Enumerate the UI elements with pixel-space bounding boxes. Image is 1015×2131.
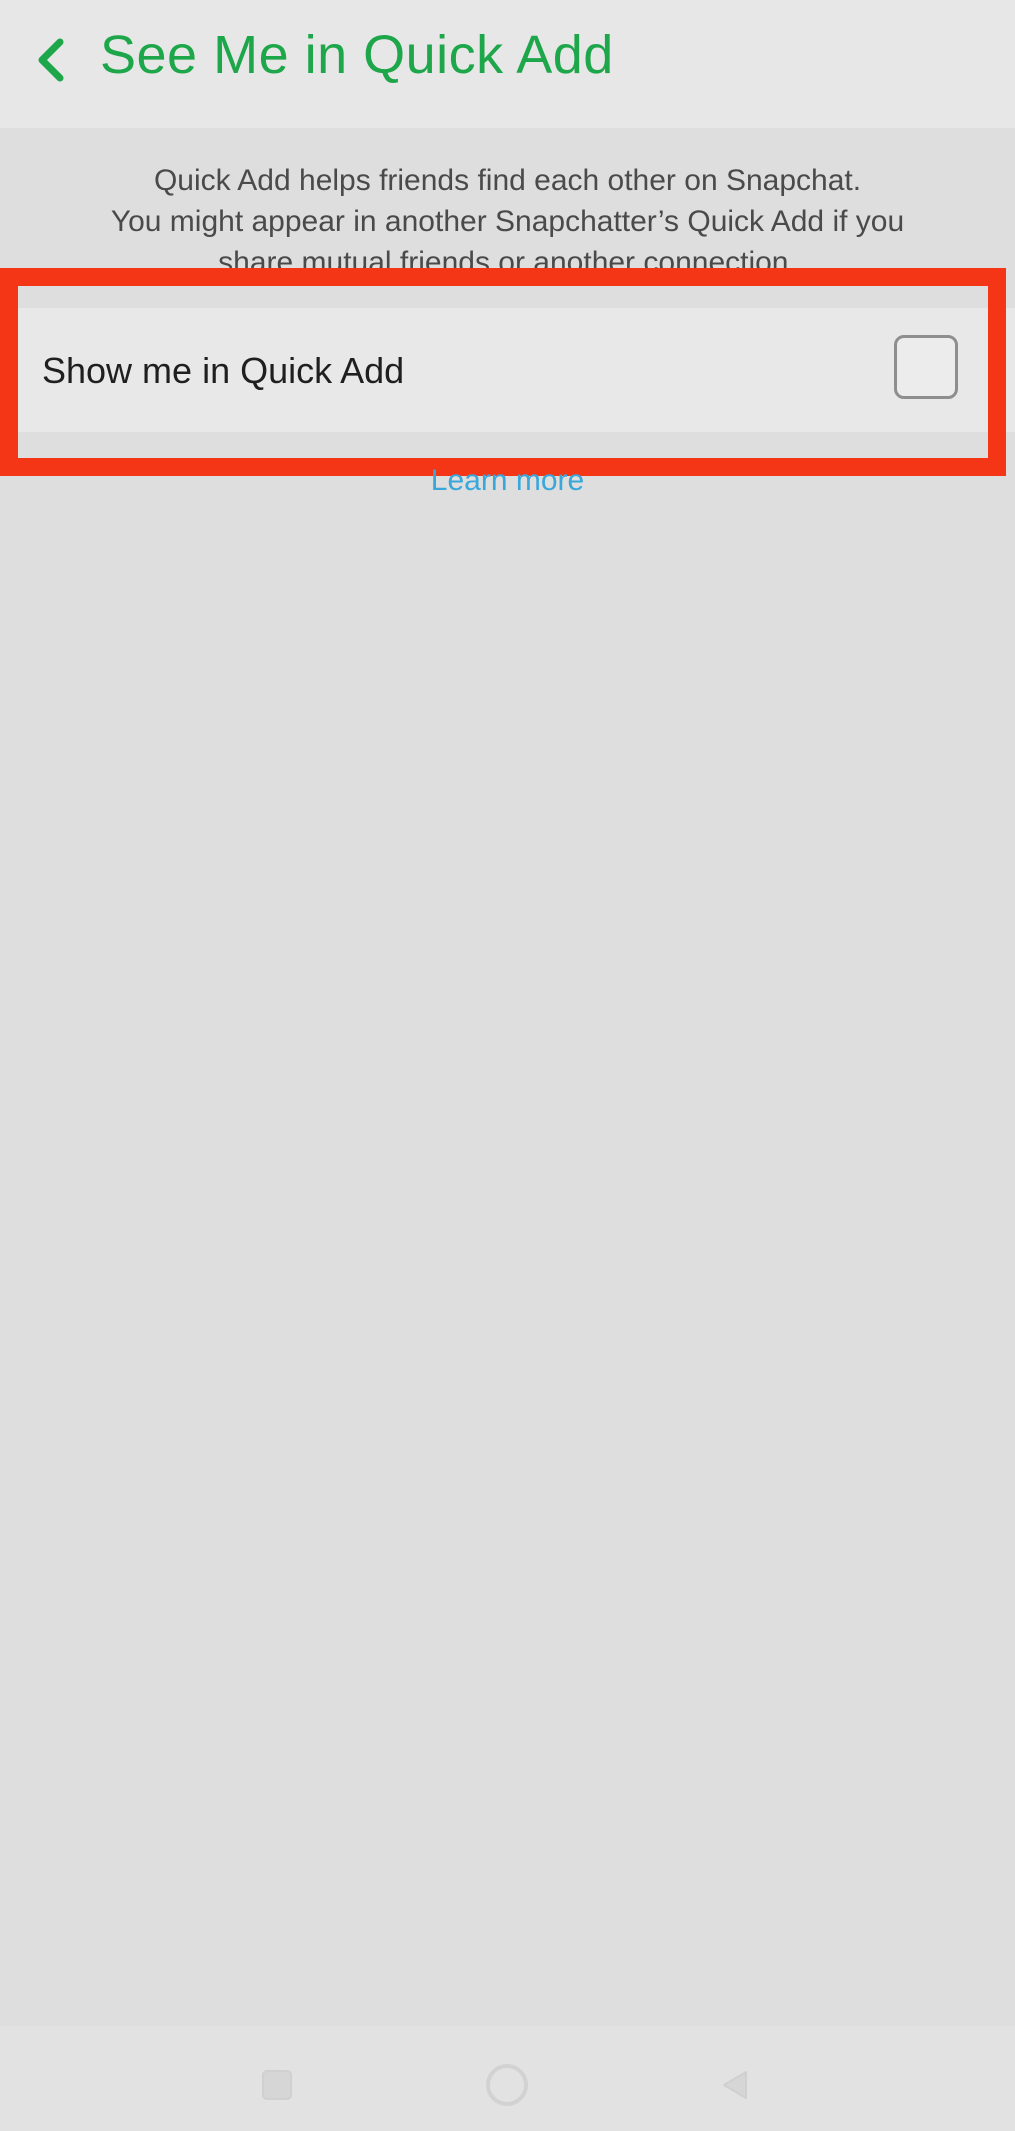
square-icon xyxy=(262,2070,292,2100)
description-line-1: Quick Add helps friends find each other … xyxy=(153,164,862,197)
back-nav-button[interactable] xyxy=(710,2060,760,2110)
system-nav-bar xyxy=(0,2026,1015,2131)
back-button[interactable] xyxy=(26,30,76,90)
show-in-quick-add-row[interactable]: Show me in Quick Add xyxy=(0,308,1015,432)
circle-icon xyxy=(486,2064,528,2106)
description-line-2: You might appear in another Snapchatter’… xyxy=(110,205,905,238)
chevron-left-icon xyxy=(38,38,64,82)
recent-apps-button[interactable] xyxy=(252,2060,302,2110)
show-in-quick-add-label: Show me in Quick Add xyxy=(42,350,405,391)
show-in-quick-add-checkbox[interactable] xyxy=(894,335,958,399)
page-title: See Me in Quick Add xyxy=(100,25,614,85)
home-button[interactable] xyxy=(482,2060,532,2110)
app-header: See Me in Quick Add xyxy=(0,0,1015,128)
learn-more-link[interactable]: Learn more xyxy=(0,464,1015,498)
description-line-3: share mutual friends or another connecti… xyxy=(218,246,797,270)
quick-add-description: Quick Add helps friends find each other … xyxy=(40,160,975,270)
triangle-back-icon xyxy=(723,2071,747,2099)
